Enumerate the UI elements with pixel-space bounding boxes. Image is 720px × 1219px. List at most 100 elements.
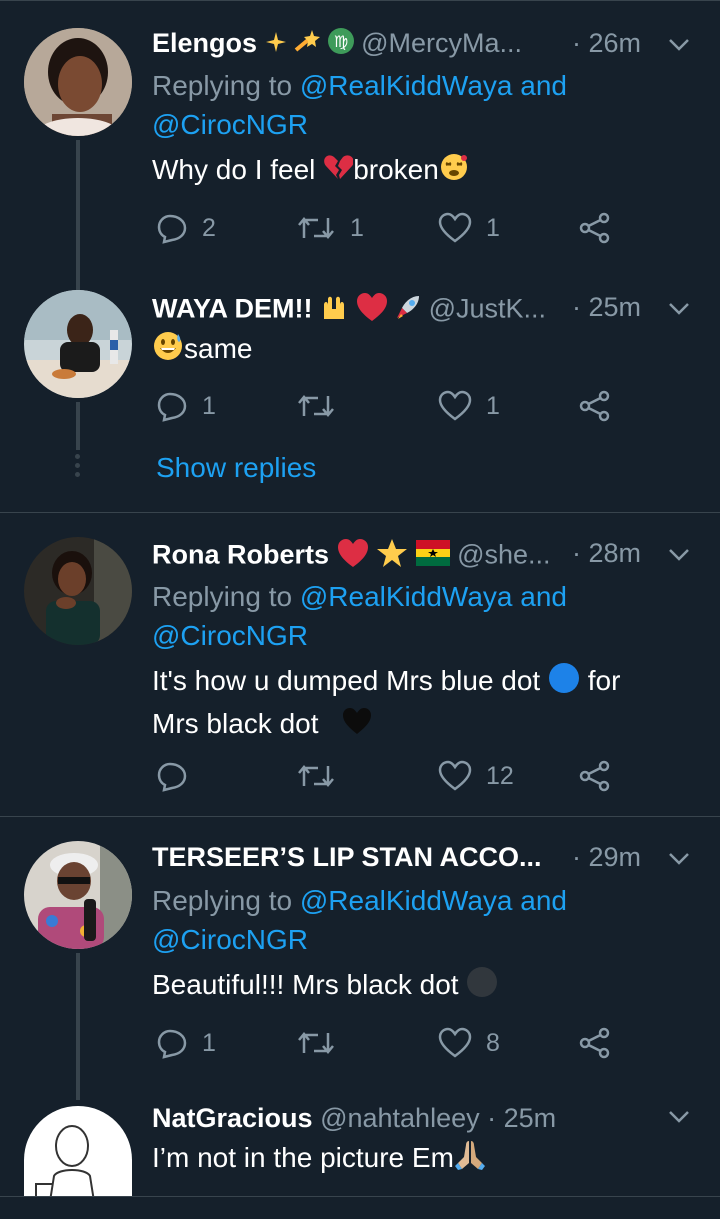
display-name[interactable]: Rona Roberts — [152, 540, 329, 570]
reply-icon — [157, 214, 187, 244]
timestamp[interactable]: · 25m — [572, 292, 641, 323]
tweet-terseer[interactable]: TERSEER’S LIP STAN ACCO... · 29m Replyin… — [0, 817, 720, 1100]
replying-to: Replying to @RealKiddWaya and @CirocNGR — [152, 885, 567, 955]
share-icon — [579, 390, 610, 422]
grinning-sweat-emoji — [152, 330, 184, 372]
thread-line — [76, 270, 80, 290]
rocket-emoji — [395, 294, 421, 327]
thread-dots — [75, 454, 81, 481]
share-icon — [579, 212, 610, 244]
like-button[interactable]: 1 — [438, 386, 500, 426]
timestamp[interactable]: · 25m — [487, 1103, 556, 1133]
handle[interactable]: @nahtahleey — [320, 1103, 480, 1133]
timestamp[interactable]: · 28m — [572, 538, 641, 569]
replying-to: Replying to @RealKiddWaya and @CirocNGR — [152, 70, 567, 140]
chevron-down-icon[interactable] — [666, 1104, 692, 1130]
reply-button[interactable]: 2 — [156, 208, 216, 248]
tweet-rona-roberts[interactable]: Rona Roberts @she... · 28m Replying to @… — [0, 513, 720, 816]
timestamp[interactable]: · 26m — [572, 28, 641, 59]
reply-icon — [157, 762, 187, 792]
tweet-actions: 2 1 1 — [152, 208, 622, 248]
shooting-star-emoji — [294, 28, 321, 61]
tweet-actions: 1 1 — [152, 386, 622, 426]
tweet-natgracious[interactable]: NatGracious @nahtahleey · 25m I’m not in… — [0, 1100, 720, 1196]
mention-link[interactable]: @RealKiddWaya — [300, 885, 513, 916]
reply-button[interactable]: 1 — [156, 386, 216, 426]
ghana-flag-emoji — [415, 540, 450, 573]
like-icon — [438, 390, 472, 421]
retweet-icon — [298, 765, 334, 787]
avatar[interactable] — [24, 290, 132, 398]
retweet-button[interactable]: 1 — [296, 208, 364, 248]
thread-line — [76, 402, 80, 450]
tweet-elengos[interactable]: Elengos ♍ @MercyMa... · 26m Replying to … — [0, 0, 720, 270]
tweet-text: It's how u dumped Mrs blue dot for Mrs b… — [152, 661, 692, 745]
retweet-button[interactable] — [296, 756, 350, 796]
mention-link[interactable]: @CirocNGR — [152, 924, 308, 955]
broken-heart-emoji — [323, 152, 354, 191]
red-heart-emoji — [337, 538, 369, 575]
retweet-icon — [298, 395, 334, 417]
share-button[interactable] — [578, 386, 612, 426]
show-replies-link[interactable]: Show replies — [156, 452, 316, 484]
tweet-header: WAYA DEM!! @JustK... · 25m — [152, 292, 682, 332]
share-icon — [579, 1027, 610, 1059]
display-name[interactable]: NatGracious — [152, 1103, 313, 1133]
reply-icon — [157, 1029, 187, 1059]
avatar[interactable] — [24, 841, 132, 949]
tweet-header: TERSEER’S LIP STAN ACCO... · 29m — [152, 842, 682, 882]
thread-line — [76, 953, 80, 1100]
mention-link[interactable]: @CirocNGR — [152, 109, 308, 140]
red-heart-emoji — [356, 292, 388, 329]
mention-link[interactable]: @RealKiddWaya — [300, 581, 513, 612]
like-button[interactable]: 8 — [438, 1023, 500, 1063]
svg-text:♍: ♍ — [333, 32, 347, 51]
share-icon — [579, 760, 610, 792]
like-button[interactable]: 12 — [438, 756, 514, 796]
tweet-waya-dem[interactable]: WAYA DEM!! @JustK... · 25m same 1 1 Show… — [0, 270, 720, 510]
retweet-button[interactable] — [296, 1023, 350, 1063]
handle[interactable]: @MercyMa... — [361, 28, 522, 58]
handle[interactable]: @JustK... — [429, 294, 546, 324]
chevron-down-icon[interactable] — [666, 296, 692, 322]
like-button[interactable]: 1 — [438, 208, 500, 248]
timestamp[interactable]: · 29m — [572, 842, 641, 873]
chevron-down-icon[interactable] — [666, 846, 692, 872]
mention-link[interactable]: @CirocNGR — [152, 620, 308, 651]
tweet-actions: 1 8 — [152, 1023, 622, 1063]
chevron-down-icon[interactable] — [666, 32, 692, 58]
like-icon — [438, 212, 472, 243]
display-name[interactable]: Elengos — [152, 28, 257, 58]
mention-link[interactable]: @RealKiddWaya — [300, 70, 513, 101]
star-emoji — [376, 538, 408, 575]
reply-button[interactable] — [156, 756, 202, 796]
tweet-header: NatGracious @nahtahleey · 25m — [152, 1103, 682, 1143]
like-icon — [438, 760, 472, 791]
virgo-emoji: ♍ — [327, 28, 354, 61]
avatar[interactable] — [24, 537, 132, 645]
dizzy-face-emoji — [439, 152, 469, 192]
black-circle-emoji — [466, 966, 498, 1008]
tweet-header: Elengos ♍ @MercyMa... · 26m — [152, 28, 682, 68]
retweet-icon — [298, 1032, 334, 1054]
avatar[interactable] — [24, 28, 132, 136]
raising-hands-emoji — [320, 293, 348, 328]
replying-to: Replying to @RealKiddWaya and @CirocNGR — [152, 581, 567, 651]
reply-button[interactable]: 1 — [156, 1023, 216, 1063]
tweet-text: Why do I feel broken — [152, 150, 692, 192]
share-button[interactable] — [578, 208, 612, 248]
thread-line — [76, 140, 80, 270]
retweet-button[interactable] — [296, 386, 350, 426]
sparkles-emoji — [265, 29, 287, 60]
display-name[interactable]: TERSEER’S LIP STAN ACCO... — [152, 842, 542, 872]
reply-icon — [157, 392, 187, 422]
display-name[interactable]: WAYA DEM!! — [152, 294, 313, 324]
folded-hands-emoji — [454, 1139, 486, 1181]
handle[interactable]: @she... — [457, 540, 550, 570]
tweet-text: Beautiful!!! Mrs black dot — [152, 965, 692, 1008]
blue-circle-emoji — [548, 662, 580, 704]
share-button[interactable] — [578, 1023, 612, 1063]
avatar[interactable] — [24, 1106, 132, 1196]
share-button[interactable] — [578, 756, 612, 796]
chevron-down-icon[interactable] — [666, 542, 692, 568]
